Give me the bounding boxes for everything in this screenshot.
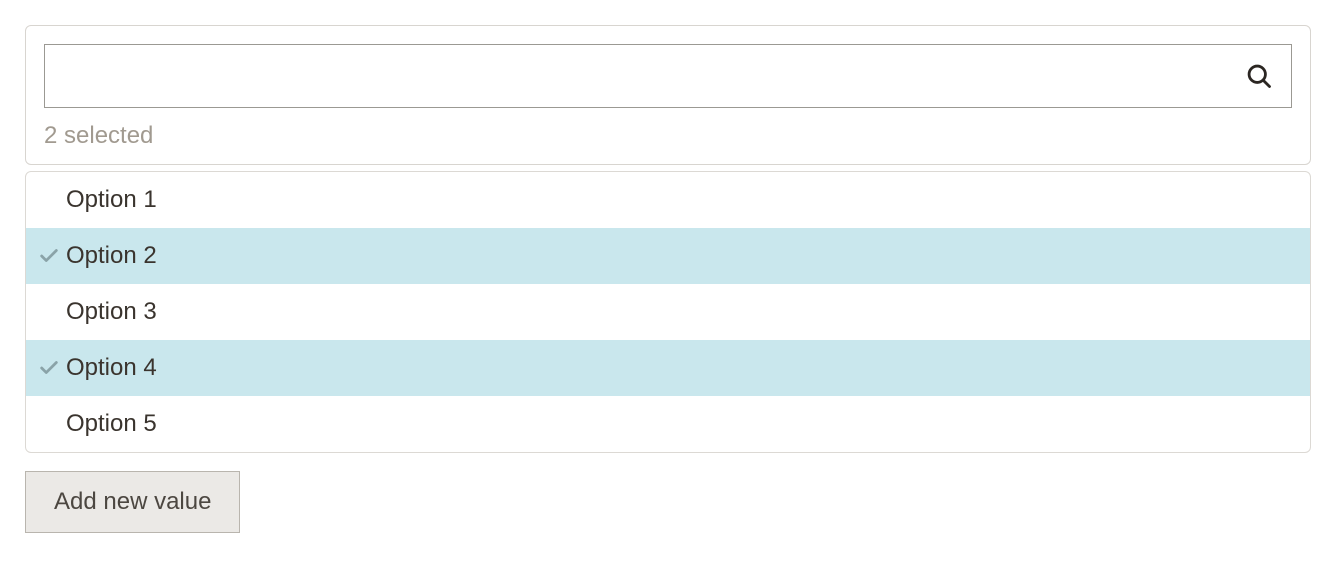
check-icon (38, 245, 66, 267)
add-new-value-button[interactable]: Add new value (25, 471, 240, 533)
search-icon[interactable] (1245, 62, 1291, 90)
option-label: Option 4 (66, 354, 1298, 382)
option-item[interactable]: Option 2 (26, 228, 1310, 284)
option-label: Option 1 (66, 186, 1298, 214)
option-label: Option 3 (66, 298, 1298, 326)
option-item[interactable]: Option 4 (26, 340, 1310, 396)
option-item[interactable]: Option 3 (26, 284, 1310, 340)
option-item[interactable]: Option 1 (26, 172, 1310, 228)
selected-count-label: 2 selected (44, 122, 1292, 150)
option-label: Option 5 (66, 410, 1298, 438)
search-panel: 2 selected (25, 25, 1311, 165)
option-item[interactable]: Option 5 (26, 396, 1310, 452)
option-label: Option 2 (66, 242, 1298, 270)
search-box (44, 44, 1292, 108)
multiselect-dropdown: 2 selected Option 1 Option 2 Option 3 (25, 25, 1311, 533)
options-list: Option 1 Option 2 Option 3 Option 4 (25, 171, 1311, 453)
check-icon (38, 357, 66, 379)
search-input[interactable] (45, 45, 1245, 107)
